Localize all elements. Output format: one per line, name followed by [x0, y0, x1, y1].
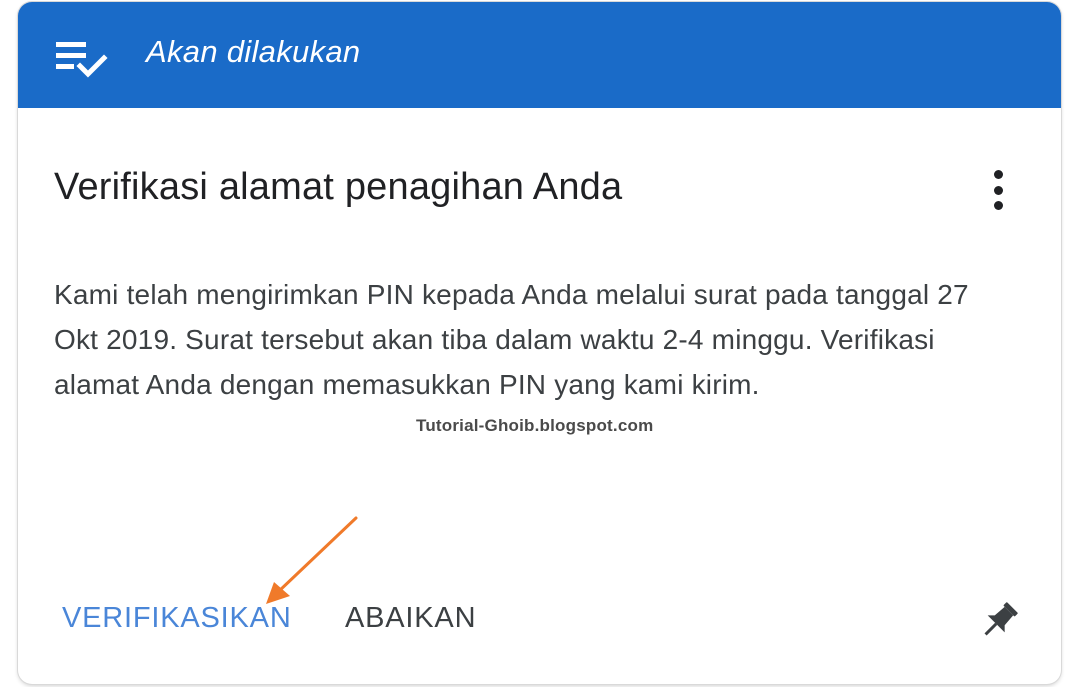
more-vert-icon[interactable]: [978, 166, 1018, 214]
arrow-annotation-icon: [266, 516, 358, 604]
pushpin-icon[interactable]: [976, 598, 1022, 644]
card-header: Akan dilakukan: [18, 2, 1061, 108]
task-card: Akan dilakukan Verifikasi alamat penagih…: [18, 2, 1061, 684]
more-dot: [993, 170, 1003, 179]
card-title: Verifikasi alamat penagihan Anda: [54, 166, 623, 208]
verify-button[interactable]: VERIFIKASIKAN: [62, 602, 292, 635]
more-dot: [993, 185, 1003, 195]
header-title: Akan dilakukan: [146, 34, 361, 69]
checklist-icon: [56, 42, 108, 78]
more-dot: [993, 201, 1003, 210]
ignore-button[interactable]: ABAIKAN: [345, 602, 476, 635]
card-body-text: Kami telah mengirimkan PIN kepada Anda m…: [54, 279, 969, 400]
watermark-text: Tutorial-Ghoib.blogspot.com: [416, 416, 654, 435]
page: Akan dilakukan Verifikasi alamat penagih…: [0, 0, 1080, 687]
